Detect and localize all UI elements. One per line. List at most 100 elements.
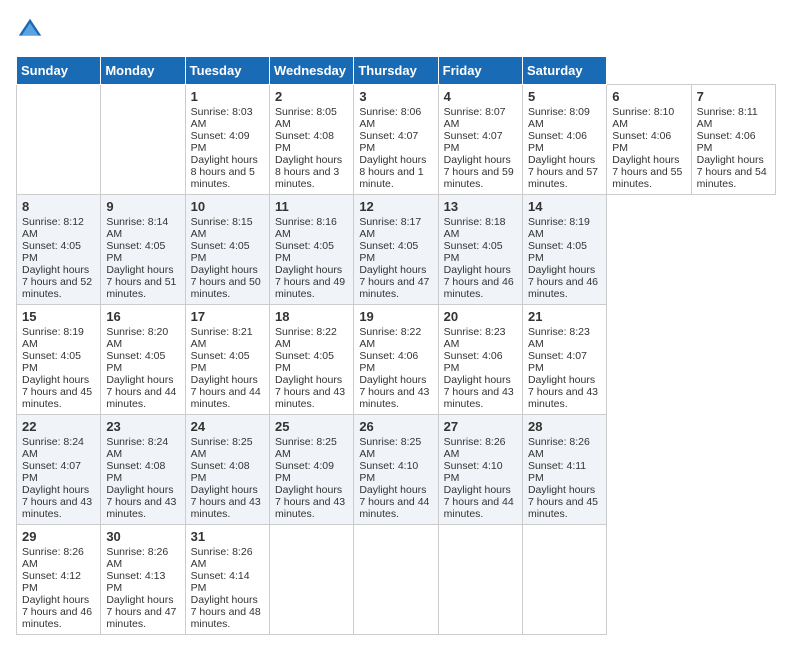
day-number: 13: [444, 199, 517, 214]
calendar-cell: 8Sunrise: 8:12 AMSunset: 4:05 PMDaylight…: [17, 195, 101, 305]
day-number: 1: [191, 89, 264, 104]
daylight-text: Daylight hours 7 hours and 59 minutes.: [444, 154, 514, 190]
daylight-text: Daylight hours 7 hours and 43 minutes.: [106, 484, 176, 520]
col-header-thursday: Thursday: [354, 57, 438, 85]
sunrise-text: Sunrise: 8:17 AM: [359, 216, 421, 240]
calendar-week-row: 1Sunrise: 8:03 AMSunset: 4:09 PMDaylight…: [17, 85, 776, 195]
sunrise-text: Sunrise: 8:26 AM: [444, 436, 506, 460]
day-number: 4: [444, 89, 517, 104]
calendar-cell: 9Sunrise: 8:14 AMSunset: 4:05 PMDaylight…: [101, 195, 185, 305]
day-number: 9: [106, 199, 179, 214]
calendar-cell: 18Sunrise: 8:22 AMSunset: 4:05 PMDayligh…: [269, 305, 353, 415]
calendar-cell: [269, 525, 353, 635]
calendar-cell: 26Sunrise: 8:25 AMSunset: 4:10 PMDayligh…: [354, 415, 438, 525]
day-number: 12: [359, 199, 432, 214]
calendar-cell: 23Sunrise: 8:24 AMSunset: 4:08 PMDayligh…: [101, 415, 185, 525]
sunrise-text: Sunrise: 8:05 AM: [275, 106, 337, 130]
sunset-text: Sunset: 4:05 PM: [275, 240, 334, 264]
daylight-text: Daylight hours 7 hours and 45 minutes.: [22, 374, 92, 410]
day-number: 14: [528, 199, 601, 214]
sunrise-text: Sunrise: 8:23 AM: [444, 326, 506, 350]
sunrise-text: Sunrise: 8:22 AM: [275, 326, 337, 350]
calendar-cell: 30Sunrise: 8:26 AMSunset: 4:13 PMDayligh…: [101, 525, 185, 635]
calendar-cell: 12 Sunrise: 8:17 AMSunset: 4:05 PMDayligh…: [354, 195, 438, 305]
sunrise-text: Sunrise: 8:26 AM: [191, 546, 253, 570]
sunrise-text: Sunrise: 8:25 AM: [191, 436, 253, 460]
sunset-text: Sunset: 4:05 PM: [359, 240, 418, 264]
sunrise-text: Sunrise: 8:19 AM: [22, 326, 84, 350]
daylight-text: Daylight hours 7 hours and 54 minutes.: [697, 154, 767, 190]
day-number: 7: [697, 89, 770, 104]
day-number: 29: [22, 529, 95, 544]
col-header-tuesday: Tuesday: [185, 57, 269, 85]
sunset-text: Sunset: 4:12 PM: [22, 570, 81, 594]
calendar-cell: 28Sunrise: 8:26 AMSunset: 4:11 PMDayligh…: [522, 415, 606, 525]
sunset-text: Sunset: 4:09 PM: [275, 460, 334, 484]
calendar-cell: 31Sunrise: 8:26 AMSunset: 4:14 PMDayligh…: [185, 525, 269, 635]
daylight-text: Daylight hours 7 hours and 47 minutes.: [106, 594, 176, 630]
sunrise-text: Sunrise: 8:24 AM: [106, 436, 168, 460]
day-number: 18: [275, 309, 348, 324]
daylight-text: Daylight hours 7 hours and 43 minutes.: [444, 374, 514, 410]
sunset-text: Sunset: 4:05 PM: [106, 350, 165, 374]
sunrise-text: Sunrise: 8:20 AM: [106, 326, 168, 350]
sunrise-text: Sunrise: 8:10 AM: [612, 106, 674, 130]
calendar-cell: 11Sunrise: 8:16 AMSunset: 4:05 PMDayligh…: [269, 195, 353, 305]
calendar-cell: 2Sunrise: 8:05 AMSunset: 4:08 PMDaylight…: [269, 85, 353, 195]
sunrise-text: Sunrise: 8:26 AM: [22, 546, 84, 570]
daylight-text: Daylight hours 7 hours and 48 minutes.: [191, 594, 261, 630]
daylight-text: Daylight hours 7 hours and 44 minutes.: [191, 374, 261, 410]
sunrise-text: Sunrise: 8:09 AM: [528, 106, 590, 130]
sunset-text: Sunset: 4:05 PM: [22, 350, 81, 374]
sunrise-text: Sunrise: 8:16 AM: [275, 216, 337, 240]
daylight-text: Daylight hours 7 hours and 43 minutes.: [275, 484, 345, 520]
daylight-text: Daylight hours 7 hours and 55 minutes.: [612, 154, 682, 190]
daylight-text: Daylight hours 7 hours and 43 minutes.: [191, 484, 261, 520]
daylight-text: Daylight hours 7 hours and 47 minutes.: [359, 264, 429, 300]
calendar-cell: 1Sunrise: 8:03 AMSunset: 4:09 PMDaylight…: [185, 85, 269, 195]
sunset-text: Sunset: 4:05 PM: [22, 240, 81, 264]
calendar-cell: 20Sunrise: 8:23 AMSunset: 4:06 PMDayligh…: [438, 305, 522, 415]
daylight-text: Daylight hours 7 hours and 46 minutes.: [22, 594, 92, 630]
day-number: 24: [191, 419, 264, 434]
day-number: 17: [191, 309, 264, 324]
calendar-cell: 19Sunrise: 8:22 AMSunset: 4:06 PMDayligh…: [354, 305, 438, 415]
daylight-text: Daylight hours 7 hours and 44 minutes.: [444, 484, 514, 520]
daylight-text: Daylight hours 8 hours and 1 minute.: [359, 154, 426, 190]
daylight-text: Daylight hours 7 hours and 45 minutes.: [528, 484, 598, 520]
col-header-friday: Friday: [438, 57, 522, 85]
daylight-text: Daylight hours 7 hours and 49 minutes.: [275, 264, 345, 300]
col-header-wednesday: Wednesday: [269, 57, 353, 85]
calendar-week-row: 22Sunrise: 8:24 AMSunset: 4:07 PMDayligh…: [17, 415, 776, 525]
calendar-cell: 29 Sunrise: 8:26 AMSunset: 4:12 PMDayligh…: [17, 525, 101, 635]
day-number: 28: [528, 419, 601, 434]
day-number: 5: [528, 89, 601, 104]
day-number: 27: [444, 419, 517, 434]
calendar-cell: 22Sunrise: 8:24 AMSunset: 4:07 PMDayligh…: [17, 415, 101, 525]
sunrise-text: Sunrise: 8:18 AM: [444, 216, 506, 240]
sunset-text: Sunset: 4:10 PM: [444, 460, 503, 484]
sunrise-text: Sunrise: 8:12 AM: [22, 216, 84, 240]
calendar-cell: 17Sunrise: 8:21 AMSunset: 4:05 PMDayligh…: [185, 305, 269, 415]
daylight-text: Daylight hours 7 hours and 50 minutes.: [191, 264, 261, 300]
sunset-text: Sunset: 4:06 PM: [359, 350, 418, 374]
calendar-header-row: SundayMondayTuesdayWednesdayThursdayFrid…: [17, 57, 776, 85]
sunrise-text: Sunrise: 8:22 AM: [359, 326, 421, 350]
sunrise-text: Sunrise: 8:11 AM: [697, 106, 758, 130]
sunset-text: Sunset: 4:05 PM: [191, 240, 250, 264]
sunset-text: Sunset: 4:10 PM: [359, 460, 418, 484]
logo: [16, 16, 48, 44]
calendar-cell: 25Sunrise: 8:25 AMSunset: 4:09 PMDayligh…: [269, 415, 353, 525]
day-number: 10: [191, 199, 264, 214]
sunset-text: Sunset: 4:05 PM: [275, 350, 334, 374]
sunrise-text: Sunrise: 8:07 AM: [444, 106, 506, 130]
daylight-text: Daylight hours 7 hours and 44 minutes.: [106, 374, 176, 410]
calendar-cell: 14Sunrise: 8:19 AMSunset: 4:05 PMDayligh…: [522, 195, 606, 305]
calendar-cell: [17, 85, 101, 195]
col-header-monday: Monday: [101, 57, 185, 85]
sunset-text: Sunset: 4:14 PM: [191, 570, 250, 594]
sunset-text: Sunset: 4:05 PM: [106, 240, 165, 264]
calendar-cell: [354, 525, 438, 635]
calendar-cell: 5Sunrise: 8:09 AMSunset: 4:06 PMDaylight…: [522, 85, 606, 195]
calendar-cell: 10Sunrise: 8:15 AMSunset: 4:05 PMDayligh…: [185, 195, 269, 305]
